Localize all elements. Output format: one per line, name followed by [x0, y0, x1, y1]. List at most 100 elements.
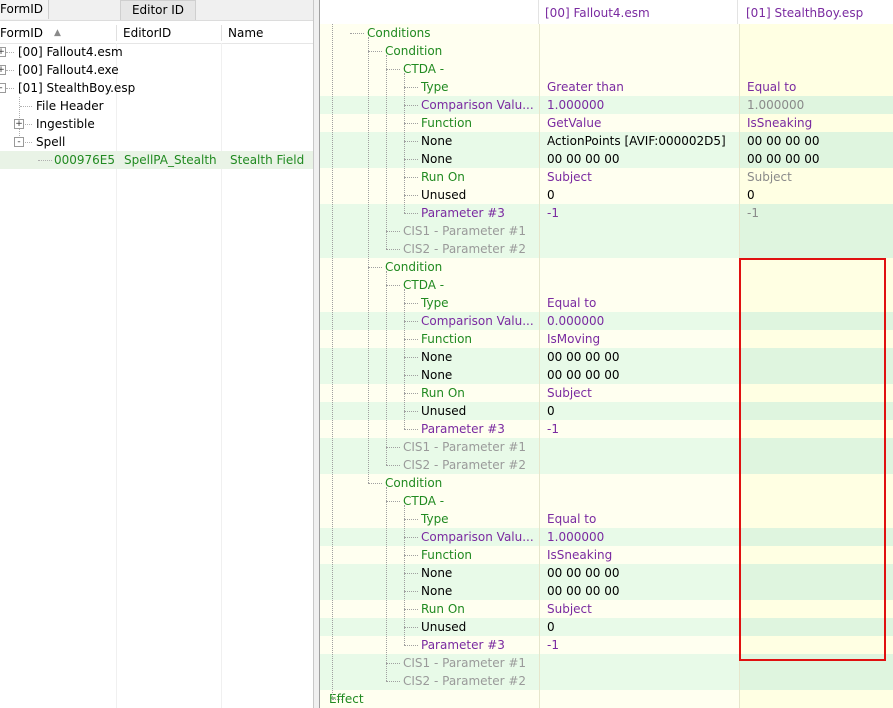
collapse-minus-icon[interactable]: - [14, 137, 24, 147]
value-cell-fallout4-esm[interactable]: Greater than [539, 78, 739, 96]
field-label-cell[interactable]: Effect [320, 690, 539, 708]
value-cell-fallout4-esm[interactable] [539, 42, 739, 60]
value-cell-stealthboy-esp[interactable]: 1.000000 [739, 96, 893, 114]
value-cell-fallout4-esm[interactable]: 0 [539, 618, 739, 636]
column-header-formid[interactable]: FormID ▲ [0, 23, 61, 43]
field-label-cell[interactable]: Parameter #3 [320, 204, 539, 222]
field-row[interactable]: CTDA - [320, 60, 893, 78]
field-label-cell[interactable]: Condition [320, 258, 539, 276]
value-cell-fallout4-esm[interactable]: 0 [539, 186, 739, 204]
field-row[interactable]: Condition [320, 258, 893, 276]
value-cell-fallout4-esm[interactable]: 00 00 00 00 [539, 366, 739, 384]
field-label-cell[interactable]: Run On [320, 384, 539, 402]
field-label-cell[interactable]: None [320, 150, 539, 168]
value-cell-stealthboy-esp[interactable] [739, 582, 893, 600]
value-cell-stealthboy-esp[interactable] [739, 42, 893, 60]
field-label-cell[interactable]: Unused [320, 618, 539, 636]
value-cell-stealthboy-esp[interactable] [739, 618, 893, 636]
value-cell-stealthboy-esp[interactable] [739, 222, 893, 240]
value-cell-fallout4-esm[interactable]: -1 [539, 636, 739, 654]
value-cell-fallout4-esm[interactable] [539, 438, 739, 456]
field-label-cell[interactable]: Parameter #3 [320, 636, 539, 654]
value-cell-fallout4-esm[interactable] [539, 672, 739, 690]
value-cell-stealthboy-esp[interactable] [739, 456, 893, 474]
value-cell-stealthboy-esp[interactable] [739, 600, 893, 618]
field-label-cell[interactable]: Comparison Valu... [320, 96, 539, 114]
tree-node-stealthboy-esp[interactable]: - [01] StealthBoy.esp [0, 79, 313, 97]
value-cell-fallout4-esm[interactable]: IsSneaking [539, 546, 739, 564]
field-label-cell[interactable]: None [320, 348, 539, 366]
value-cell-stealthboy-esp[interactable]: -1 [739, 204, 893, 222]
value-cell-fallout4-esm[interactable]: IsMoving [539, 330, 739, 348]
field-label-cell[interactable]: Comparison Valu... [320, 312, 539, 330]
value-cell-fallout4-esm[interactable]: GetValue [539, 114, 739, 132]
field-row[interactable]: CTDA - [320, 492, 893, 510]
tree-node-ingestible[interactable]: + Ingestible [0, 115, 313, 133]
field-row[interactable]: CTDA - [320, 276, 893, 294]
value-cell-fallout4-esm[interactable]: 1.000000 [539, 528, 739, 546]
field-label-cell[interactable]: Type [320, 294, 539, 312]
value-cell-stealthboy-esp[interactable] [739, 366, 893, 384]
value-cell-stealthboy-esp[interactable] [739, 330, 893, 348]
field-row[interactable]: CIS1 - Parameter #1 [320, 222, 893, 240]
tab-formid[interactable]: FormID [0, 0, 49, 19]
value-cell-stealthboy-esp[interactable] [739, 564, 893, 582]
field-label-cell[interactable]: Run On [320, 168, 539, 186]
value-cell-stealthboy-esp[interactable]: Equal to [739, 78, 893, 96]
value-cell-fallout4-esm[interactable] [539, 474, 739, 492]
value-cell-stealthboy-esp[interactable] [739, 438, 893, 456]
value-cell-fallout4-esm[interactable]: Equal to [539, 510, 739, 528]
value-cell-fallout4-esm[interactable]: 0.000000 [539, 312, 739, 330]
value-cell-stealthboy-esp[interactable] [739, 510, 893, 528]
field-row[interactable]: Conditions [320, 24, 893, 42]
pane-splitter[interactable] [313, 0, 320, 708]
field-label-cell[interactable]: Type [320, 510, 539, 528]
value-cell-stealthboy-esp[interactable] [739, 258, 893, 276]
value-cell-stealthboy-esp[interactable] [739, 402, 893, 420]
value-cell-stealthboy-esp[interactable] [739, 384, 893, 402]
value-cell-fallout4-esm[interactable]: 00 00 00 00 [539, 582, 739, 600]
field-label-cell[interactable]: Condition [320, 474, 539, 492]
value-cell-fallout4-esm[interactable]: Subject [539, 384, 739, 402]
field-row[interactable]: CIS1 - Parameter #1 [320, 654, 893, 672]
value-cell-fallout4-esm[interactable]: 00 00 00 00 [539, 150, 739, 168]
value-cell-stealthboy-esp[interactable] [739, 294, 893, 312]
field-label-cell[interactable]: None [320, 564, 539, 582]
value-cell-stealthboy-esp[interactable] [739, 546, 893, 564]
value-cell-fallout4-esm[interactable]: Equal to [539, 294, 739, 312]
value-cell-fallout4-esm[interactable]: -1 [539, 420, 739, 438]
column-divider[interactable] [116, 25, 117, 41]
value-cell-fallout4-esm[interactable] [539, 654, 739, 672]
field-row[interactable]: CIS2 - Parameter #2 [320, 672, 893, 690]
expand-plus-icon[interactable]: + [14, 119, 24, 129]
tree-node-spell[interactable]: - Spell [0, 133, 313, 151]
value-cell-stealthboy-esp[interactable] [739, 276, 893, 294]
value-cell-stealthboy-esp[interactable] [739, 348, 893, 366]
tree-node-fallout4-esm[interactable]: + [00] Fallout4.esm [0, 43, 313, 61]
value-cell-stealthboy-esp[interactable] [739, 24, 893, 42]
value-cell-fallout4-esm[interactable]: 00 00 00 00 [539, 348, 739, 366]
field-label-cell[interactable]: CTDA - [320, 60, 539, 78]
field-row[interactable]: Condition [320, 42, 893, 60]
tree-node-fallout4-exe[interactable]: + [00] Fallout4.exe [0, 61, 313, 79]
value-cell-fallout4-esm[interactable] [539, 690, 739, 708]
value-cell-fallout4-esm[interactable]: 1.000000 [539, 96, 739, 114]
value-cell-stealthboy-esp[interactable]: 0 [739, 186, 893, 204]
value-cell-stealthboy-esp[interactable] [739, 420, 893, 438]
value-cell-stealthboy-esp[interactable] [739, 312, 893, 330]
field-label-cell[interactable]: Function [320, 330, 539, 348]
field-label-cell[interactable]: CIS1 - Parameter #1 [320, 222, 539, 240]
value-cell-fallout4-esm[interactable] [539, 240, 739, 258]
value-cell-stealthboy-esp[interactable]: 00 00 00 00 [739, 150, 893, 168]
value-cell-stealthboy-esp[interactable] [739, 672, 893, 690]
column-header-name[interactable]: Name [228, 23, 263, 43]
value-cell-fallout4-esm[interactable]: 0 [539, 402, 739, 420]
field-row[interactable]: CIS1 - Parameter #1 [320, 438, 893, 456]
field-label-cell[interactable]: Function [320, 114, 539, 132]
value-cell-fallout4-esm[interactable]: Subject [539, 600, 739, 618]
value-cell-stealthboy-esp[interactable] [739, 492, 893, 510]
field-label-cell[interactable]: Run On [320, 600, 539, 618]
field-label-cell[interactable]: Parameter #3 [320, 420, 539, 438]
field-label-cell[interactable]: CIS2 - Parameter #2 [320, 456, 539, 474]
field-label-cell[interactable]: None [320, 366, 539, 384]
